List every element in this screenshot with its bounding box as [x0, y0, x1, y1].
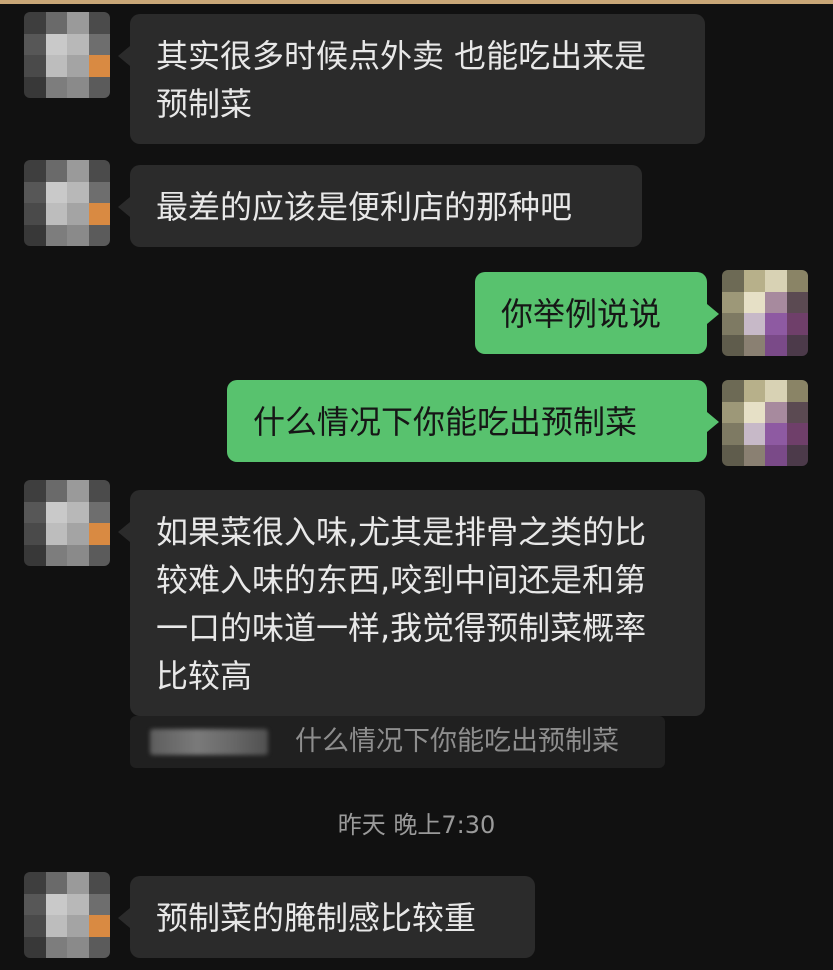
incoming-message[interactable]: 如果菜很入味,尤其是排骨之类的比较难入味的东西,咬到中间还是和第一口的味道一样,… [118, 490, 705, 716]
incoming-message[interactable]: 预制菜的腌制感比较重 [118, 876, 535, 958]
contact-avatar[interactable] [24, 872, 110, 958]
outgoing-message[interactable]: 什么情况下你能吃出预制菜 [227, 380, 719, 462]
contact-avatar[interactable] [24, 160, 110, 246]
outgoing-message[interactable]: 你举例说说 [475, 272, 719, 354]
quoted-sender-blurred [150, 729, 268, 755]
user-avatar[interactable] [722, 270, 808, 356]
contact-avatar[interactable] [24, 480, 110, 566]
user-avatar[interactable] [722, 380, 808, 466]
quoted-reply[interactable]: 什么情况下你能吃出预制菜 [130, 716, 665, 768]
top-edge-strip [0, 0, 833, 4]
incoming-message[interactable]: 其实很多时候点外卖 也能吃出来是预制菜 [118, 14, 705, 144]
quoted-text: 什么情况下你能吃出预制菜 [295, 726, 619, 757]
incoming-message[interactable]: 最差的应该是便利店的那种吧 [118, 165, 642, 247]
contact-avatar[interactable] [24, 12, 110, 98]
timestamp: 昨天 晚上7:30 [337, 811, 496, 839]
